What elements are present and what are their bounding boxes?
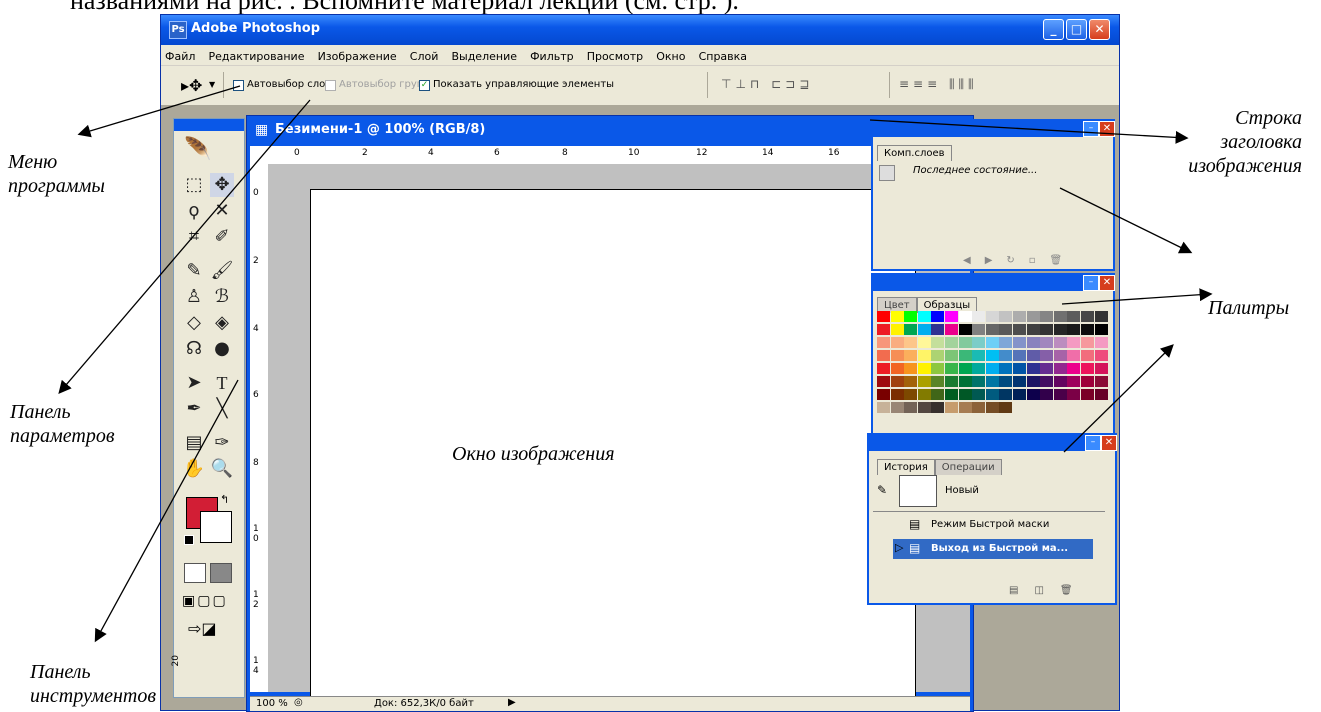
annotation-arrows xyxy=(58,85,1213,643)
arrow-options-panel xyxy=(58,99,311,394)
arrow-tools-panel xyxy=(94,379,239,643)
arrow-palette-2 xyxy=(1061,288,1213,305)
arrow-palette-3 xyxy=(1063,344,1174,453)
arrow-title-bar xyxy=(869,119,1189,144)
arrow-menu xyxy=(77,85,241,138)
arrow-palette-1 xyxy=(1059,187,1193,254)
